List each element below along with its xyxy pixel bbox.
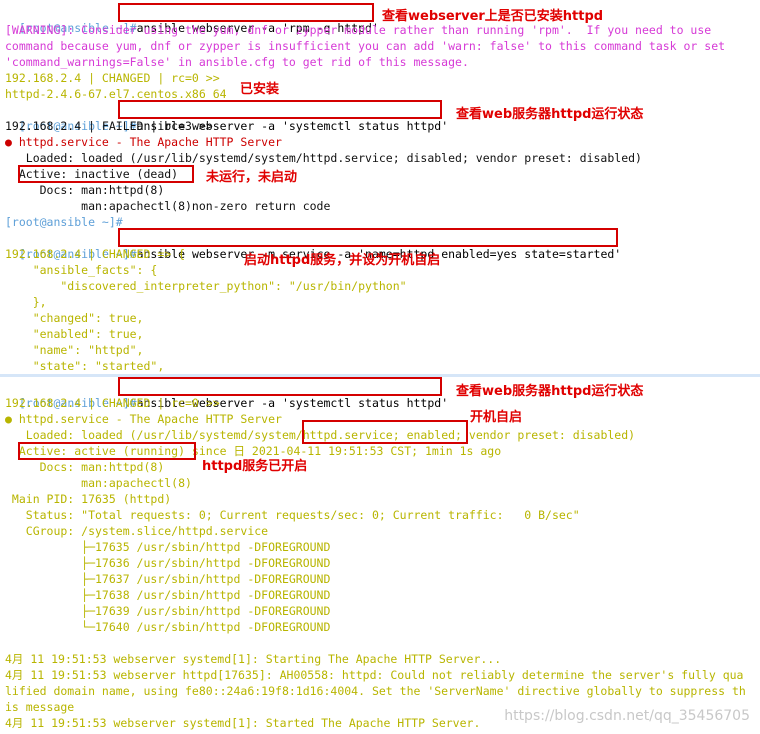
annotation-check-status: 查看web服务器httpd运行状态 — [456, 107, 644, 122]
result-header: 192.168.2.4 | CHANGED => { — [5, 247, 186, 261]
json-line: "state": "started", — [5, 359, 165, 373]
log-line: 4月 11 19:51:53 webserver systemd[1]: Sta… — [5, 652, 502, 666]
result-header: 192.168.2.4 | FAILED | rc=3 >> — [5, 119, 213, 133]
json-line: "ansible_facts": { — [5, 263, 158, 277]
process-line: ├─17639 /usr/sbin/httpd -DFOREGROUND — [5, 604, 331, 618]
result-header: 192.168.2.4 | CHANGED | rc=0 >> — [5, 71, 220, 85]
annotation-enabled: 开机自启 — [470, 410, 523, 425]
shell-prompt: [root@ansible ~]# — [5, 215, 123, 229]
loaded-line: Loaded: loaded (/usr/lib/systemd/system/… — [5, 151, 642, 165]
warning-line: [WARNING]: Consider using the yum, dnf o… — [5, 23, 712, 37]
service-line: ● httpd.service - The Apache HTTP Server — [5, 135, 282, 149]
highlight-box-cmd1 — [118, 3, 374, 22]
result-header: 192.168.2.4 | CHANGED | rc=0 >> — [5, 396, 220, 410]
json-line: "changed": true, — [5, 311, 144, 325]
process-line: ├─17636 /usr/sbin/httpd -DFOREGROUND — [5, 556, 331, 570]
service-line: ● httpd.service - The Apache HTTP Server — [5, 412, 282, 426]
loaded-suffix: vendor preset: disabled) — [461, 428, 636, 442]
docs-line: Docs: man:httpd(8) — [5, 460, 165, 474]
json-line: "enabled": true, — [5, 327, 144, 341]
annotation-not-running: 未运行，未启动 — [206, 170, 298, 185]
log-line: is message — [5, 700, 75, 714]
highlight-box-enabled — [302, 420, 468, 444]
process-line: └─17640 /usr/sbin/httpd -DFOREGROUND — [5, 620, 331, 634]
json-line: }, — [5, 295, 47, 309]
annotation-check-status: 查看web服务器httpd运行状态 — [456, 384, 644, 399]
process-line: ├─17635 /usr/sbin/httpd -DFOREGROUND — [5, 540, 331, 554]
highlight-box-running — [18, 442, 196, 460]
json-line: "name": "httpd", — [5, 343, 144, 357]
warning-line: command because yum, dnf or zypper is in… — [5, 39, 726, 53]
watermark: https://blog.csdn.net/qq_35456705 — [504, 708, 750, 724]
status-line: Status: "Total requests: 0; Current requ… — [5, 508, 580, 522]
highlight-box-cmd4 — [118, 377, 442, 396]
docs-line: man:apachectl(8) — [5, 476, 192, 490]
cgroup-line: CGroup: /system.slice/httpd.service — [5, 524, 269, 538]
log-line: lified domain name, using fe80::24a6:19f… — [5, 684, 746, 698]
annotation-start-service: 启动httpd服务，并设为开机自启 — [244, 253, 441, 268]
loaded-prefix: Loaded: loaded (/usr/lib/systemd/system/ — [5, 428, 303, 442]
mainpid-line: Main PID: 17635 (httpd) — [5, 492, 172, 506]
highlight-box-inactive — [18, 165, 194, 183]
docs-line: Docs: man:httpd(8) — [5, 183, 165, 197]
annotation-running: httpd服务已开启 — [202, 459, 308, 474]
log-line: 4月 11 19:51:53 webserver systemd[1]: Sta… — [5, 716, 481, 730]
warning-line: 'command_warnings=False' in ansible.cfg … — [5, 55, 469, 69]
log-line: 4月 11 19:51:53 webserver httpd[17635]: A… — [5, 668, 744, 682]
process-line: ├─17637 /usr/sbin/httpd -DFOREGROUND — [5, 572, 331, 586]
highlight-box-cmd3 — [118, 228, 618, 247]
process-line: ├─17638 /usr/sbin/httpd -DFOREGROUND — [5, 588, 331, 602]
annotation-installed: 已安装 — [240, 82, 280, 97]
highlight-box-cmd2 — [118, 100, 442, 119]
json-line: "discovered_interpreter_python": "/usr/b… — [5, 279, 407, 293]
docs-line: man:apachectl(8)non-zero return code — [5, 199, 331, 213]
